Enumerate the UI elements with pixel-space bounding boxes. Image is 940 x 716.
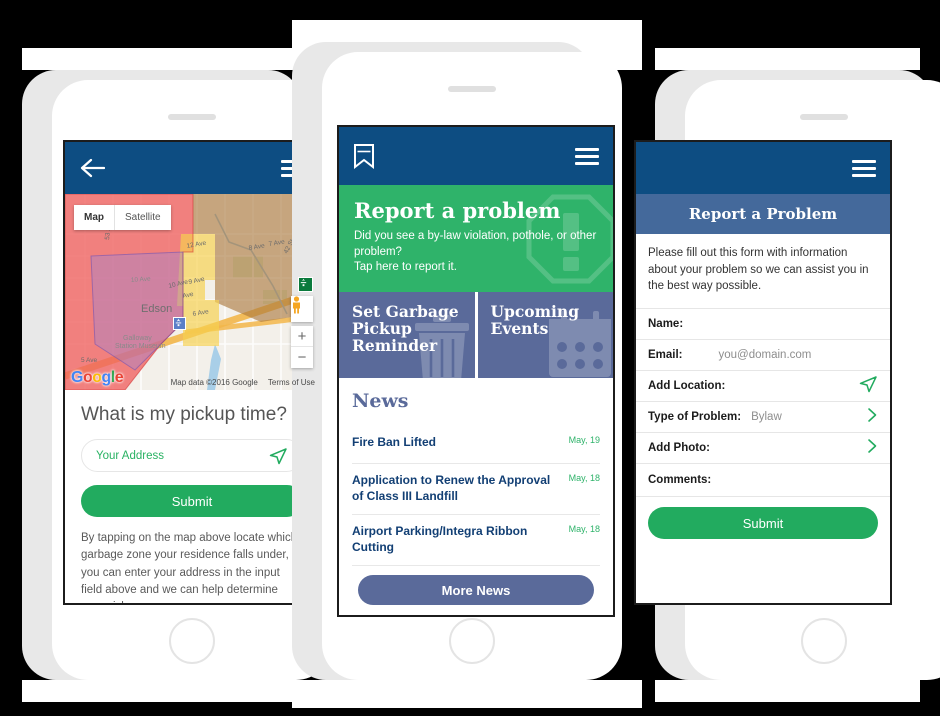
form-submit-wrapper: Submit: [636, 497, 890, 540]
map-data-credit: Map data ©2016 Google: [170, 378, 258, 387]
location-arrow-icon[interactable]: [268, 446, 288, 466]
screen-report-problem-form: Report a Problem Please fill out this fo…: [634, 140, 892, 605]
quick-action-tiles: Set Garbage Pickup Reminder Upcoming Eve…: [339, 291, 613, 378]
news-item-title: Airport Parking/Integra Ribbon Cutting: [352, 523, 528, 555]
backdrop-panel-top-right: [655, 48, 920, 70]
map-terms-of-use-link[interactable]: Terms of Use: [268, 378, 315, 387]
news-section: News Fire Ban Lifted May, 19 Application…: [339, 378, 613, 606]
app-bar-right: [636, 142, 890, 194]
tile-label-events: Upcoming Events: [490, 301, 580, 338]
screenshot-stage: 12 Ave 10 Ave 9 Ave Ave 6 Ave 8 Ave 7 Av…: [0, 0, 940, 716]
hamburger-menu-icon[interactable]: [575, 147, 599, 165]
form-title-bar: Report a Problem: [636, 194, 890, 234]
app-bar-middle: [339, 127, 613, 185]
map-zoom-out-button[interactable]: −: [291, 347, 313, 368]
address-input-placeholder: Your Address: [96, 449, 164, 462]
form-label-email: Email:: [648, 349, 683, 362]
report-problem-hero-subtitle: Did you see a by-law violation, pothole,…: [354, 230, 597, 274]
news-item-date: May, 19: [568, 434, 600, 445]
map-type-map-button[interactable]: Map: [74, 205, 114, 230]
back-arrow-icon[interactable]: [79, 157, 105, 179]
svg-text:Station Museum: Station Museum: [115, 343, 166, 350]
backdrop-panel-bottom-right: [655, 680, 920, 702]
phone-home-button[interactable]: [169, 618, 215, 664]
form-row-type-of-problem[interactable]: Type of Problem: Bylaw: [636, 402, 890, 434]
svg-text:Galloway: Galloway: [123, 335, 152, 342]
screen-pickup-zones: 12 Ave 10 Ave 9 Ave Ave 6 Ave 8 Ave 7 Av…: [63, 140, 321, 605]
screen-home-dashboard: Report a problem Did you see a by-law vi…: [337, 125, 615, 617]
phone-speaker-grill: [448, 86, 496, 92]
form-row-name[interactable]: Name:: [636, 309, 890, 341]
form-intro-text: Please fill out this form with informati…: [636, 234, 890, 310]
svg-text:10 Ave: 10 Ave: [131, 276, 152, 284]
report-problem-hero-title: Report a problem: [354, 198, 561, 223]
phone-speaker-grill: [800, 114, 848, 120]
map-hospital-marker-icon[interactable]: [298, 277, 313, 292]
backdrop-panel-bottom-middle: [292, 680, 642, 708]
form-row-comments[interactable]: Comments:: [636, 464, 890, 498]
news-item-date: May, 18: [568, 523, 600, 534]
tile-upcoming-events[interactable]: Upcoming Events: [474, 291, 613, 378]
pickup-submit-button[interactable]: Submit: [81, 485, 303, 517]
bookmark-icon[interactable]: [353, 143, 375, 170]
location-arrow-icon[interactable]: [858, 374, 878, 399]
google-map[interactable]: 12 Ave 10 Ave 9 Ave Ave 6 Ave 8 Ave 7 Av…: [65, 194, 319, 390]
form-title-text: Report a Problem: [688, 205, 838, 223]
pickup-time-heading: What is my pickup time?: [81, 404, 287, 425]
phone-speaker-grill: [168, 114, 216, 120]
news-list-item[interactable]: Airport Parking/Integra Ribbon Cutting M…: [352, 515, 600, 567]
map-type-switcher[interactable]: Map Satellite: [74, 205, 171, 230]
tile-label-garbage: Set Garbage Pickup Reminder: [352, 301, 459, 356]
map-poi-marker-icon[interactable]: [173, 317, 186, 330]
news-list-item[interactable]: Fire Ban Lifted May, 19: [352, 426, 600, 464]
news-list-item[interactable]: Application to Renew the Approval of Cla…: [352, 464, 600, 515]
form-row-email[interactable]: Email: you@domain.com: [636, 340, 890, 372]
form-value-email: you@domain.com: [718, 349, 812, 362]
news-heading: News: [352, 389, 409, 412]
form-value-type-of-problem: Bylaw: [751, 411, 782, 424]
svg-text:5 Ave: 5 Ave: [81, 357, 98, 364]
pickup-help-text: By tapping on the map above locate which…: [81, 532, 302, 603]
map-city-label: Edson: [141, 303, 172, 315]
phone-home-button[interactable]: [801, 618, 847, 664]
app-bar-left: [65, 142, 319, 194]
news-item-date: May, 18: [568, 472, 600, 483]
chevron-right-icon[interactable]: [867, 438, 878, 458]
form-row-add-photo[interactable]: Add Photo:: [636, 433, 890, 465]
report-problem-hero-card[interactable]: Report a problem Did you see a by-law vi…: [339, 185, 613, 292]
report-submit-button[interactable]: Submit: [648, 507, 878, 540]
form-label-add-photo: Add Photo:: [648, 442, 710, 455]
map-zoom-in-button[interactable]: +: [291, 326, 313, 347]
hamburger-menu-icon[interactable]: [852, 159, 876, 177]
form-label-comments: Comments:: [648, 474, 712, 487]
map-attribution: Map data ©2016 Google Terms of Use: [171, 378, 315, 387]
more-news-button[interactable]: More News: [358, 575, 594, 606]
form-label-add-location: Add Location:: [648, 380, 726, 393]
backdrop-panel-bottom-left: [22, 680, 292, 702]
pickup-time-panel: What is my pickup time? Your Address Sub…: [65, 390, 319, 603]
chevron-right-icon[interactable]: [867, 407, 878, 427]
news-item-title: Application to Renew the Approval of Cla…: [352, 472, 551, 503]
google-logo: Google: [71, 369, 124, 386]
phone-home-button[interactable]: [449, 618, 495, 664]
form-label-name: Name:: [648, 318, 684, 331]
address-input-field[interactable]: Your Address: [81, 439, 303, 472]
backdrop-panel-top-left: [22, 48, 292, 70]
map-type-satellite-button[interactable]: Satellite: [114, 205, 171, 230]
street-view-pegman-icon[interactable]: [291, 296, 313, 322]
form-row-add-location[interactable]: Add Location:: [636, 371, 890, 403]
form-label-type-of-problem: Type of Problem:: [648, 411, 742, 424]
map-zoom-controls[interactable]: + −: [291, 326, 313, 368]
news-item-title: Fire Ban Lifted: [352, 434, 437, 449]
tile-set-garbage-pickup-reminder[interactable]: Set Garbage Pickup Reminder: [339, 291, 475, 378]
